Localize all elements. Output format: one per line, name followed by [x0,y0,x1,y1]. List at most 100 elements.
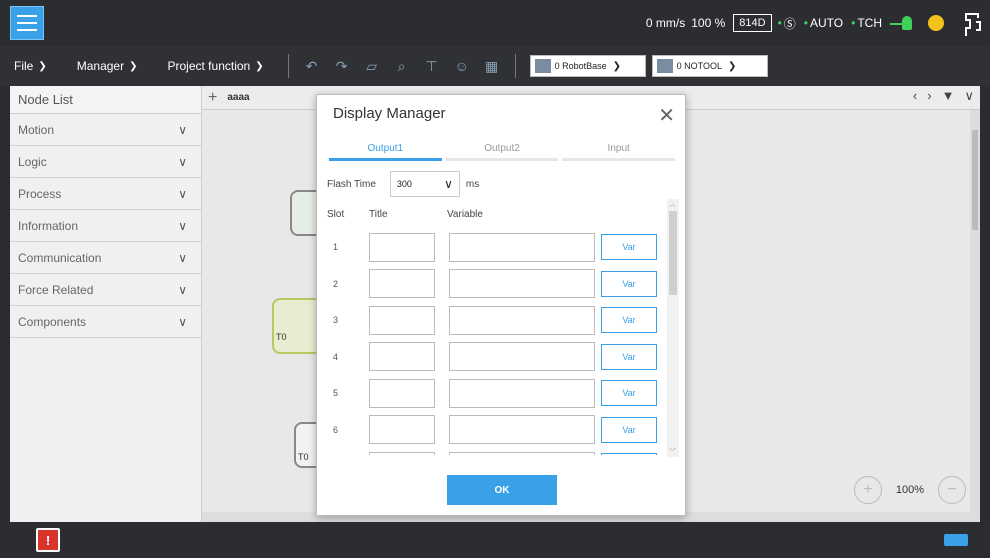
chevron-down-icon: ∨ [444,177,453,191]
node-list-title: Node List [10,86,201,114]
node-category-label: Communication [18,250,102,265]
slot-number: 1 [333,242,339,253]
grid-icon[interactable]: ▦ [484,58,500,74]
var-button[interactable]: Var [601,270,657,297]
chevron-down-icon: ∨ [178,186,187,201]
slot-variable-input[interactable] [449,342,595,372]
coord-dot-icon: • [851,16,856,30]
program-node[interactable] [272,298,322,354]
base-select[interactable]: 0 RobotBase ❯ [529,55,646,77]
collapse-icon[interactable]: ∨ [964,88,974,104]
manager-menu-label: Manager [76,59,125,73]
table-row: 7Var [327,448,663,455]
scroll-thumb[interactable] [669,211,677,295]
tool-select[interactable]: 0 NOTOOL ❯ [651,55,768,77]
node-category-force-related[interactable]: Force Related ∨ [10,274,201,306]
chevron-down-icon: ❯ [255,60,264,72]
node-category-motion[interactable]: Motion ∨ [10,114,201,146]
node-category-logic[interactable]: Logic ∨ [10,146,201,178]
dialog-scrollbar[interactable]: ︿ ﹀ [667,199,679,457]
undo-icon[interactable]: ↶ [304,58,320,74]
erase-icon[interactable]: ▱ [364,58,380,74]
flash-time-select[interactable]: 300 ∨ [389,171,460,197]
keyboard-icon[interactable] [944,534,968,546]
slot-number: 3 [333,315,339,326]
slot-number: 5 [333,388,339,399]
table-row: 3 Var [327,302,663,339]
project-function-menu[interactable]: Project function ❯ [168,59,264,73]
program-tab[interactable]: aaaa [227,92,249,103]
menu-line [17,15,37,17]
alarm-icon[interactable]: ! [36,528,60,552]
tool-select-value: 0 NOTOOL [676,61,722,71]
flash-time-row: Flash Time 300 ∨ ms [327,171,479,197]
tab-output1[interactable]: Output1 [329,143,442,161]
filter-icon[interactable]: ▼ [942,88,955,104]
var-button[interactable]: Var [601,453,657,455]
override-readout: 100 % [691,16,726,30]
menu-line [17,22,37,24]
chevron-down-icon: ∨ [178,282,187,297]
column-header-variable: Variable [447,209,483,220]
close-icon[interactable]: ✕ [658,103,675,128]
ok-button[interactable]: OK [447,475,557,505]
zoom-out-button[interactable]: − [938,476,966,504]
file-menu[interactable]: File ❯ [14,59,47,73]
manager-menu[interactable]: Manager ❯ [77,59,138,73]
comment-icon[interactable]: ☺ [454,58,470,74]
slot-title-input[interactable] [369,269,435,299]
var-button[interactable]: Var [601,416,657,443]
node-label: T0 [298,452,309,462]
zoom-in-button[interactable]: + [853,476,882,504]
slot-variable-input[interactable] [449,232,595,262]
var-button[interactable]: Var [601,307,657,334]
node-category-label: Force Related [18,282,94,297]
canvas-nav: ‹ › ▼ ∨ [913,88,974,104]
slot-variable-input[interactable] [449,378,595,408]
slot-title-input[interactable] [369,232,435,262]
toolbar-divider [514,54,516,78]
safety-indicator: Ⓢ [783,16,796,31]
status-lamp-icon [928,15,944,31]
slot-title-input[interactable] [369,378,435,408]
scroll-down-icon[interactable]: ﹀ [669,447,676,457]
slot-title-input[interactable] [369,451,435,455]
tab-output2[interactable]: Output2 [445,143,559,161]
hamburger-menu-button[interactable] [10,6,44,40]
slot-variable-input[interactable] [449,451,595,455]
scroll-up-icon[interactable]: ︿ [669,199,676,209]
slot-title-input[interactable] [369,305,435,335]
robot-arm-icon[interactable] [960,8,984,38]
prev-icon[interactable]: ‹ [913,88,917,104]
node-category-information[interactable]: Information ∨ [10,210,201,242]
search-icon[interactable]: ⌕ [394,58,410,74]
add-tab-icon[interactable]: + [208,89,217,107]
slot-variable-input[interactable] [449,269,595,299]
node-category-communication[interactable]: Communication ∨ [10,242,201,274]
node-category-process[interactable]: Process ∨ [10,178,201,210]
display-manager-dialog: Display Manager ✕ Output1 Output2 Input … [316,94,686,516]
node-label: T0 [276,332,287,342]
status-area: 0 mm/s 100 % 814D • Ⓢ • AUTO • TCH [646,0,990,46]
tool-icon [656,59,673,73]
slot-variable-input[interactable] [449,415,595,445]
redo-icon[interactable]: ↷ [334,58,350,74]
var-button[interactable]: Var [601,343,657,370]
slot-title-input[interactable] [369,342,435,372]
var-button[interactable]: Var [601,380,657,407]
var-button[interactable]: Var [601,234,657,261]
next-icon[interactable]: › [927,88,931,104]
slot-table-header: Slot Title Variable [327,209,483,220]
node-category-label: Motion [18,122,55,137]
bottom-bar: ! [0,522,990,558]
slot-title-input[interactable] [369,415,435,445]
teach-point-icon[interactable]: ⊤ [424,58,440,74]
canvas-vertical-scrollbar[interactable] [970,110,980,522]
safety-dot-icon: • [777,16,782,30]
table-row: 4 Var [327,339,663,376]
base-icon [534,59,551,73]
slot-variable-input[interactable] [449,305,595,335]
tab-input[interactable]: Input [562,143,676,161]
node-category-components[interactable]: Components ∨ [10,306,201,338]
scroll-thumb[interactable] [972,130,978,230]
